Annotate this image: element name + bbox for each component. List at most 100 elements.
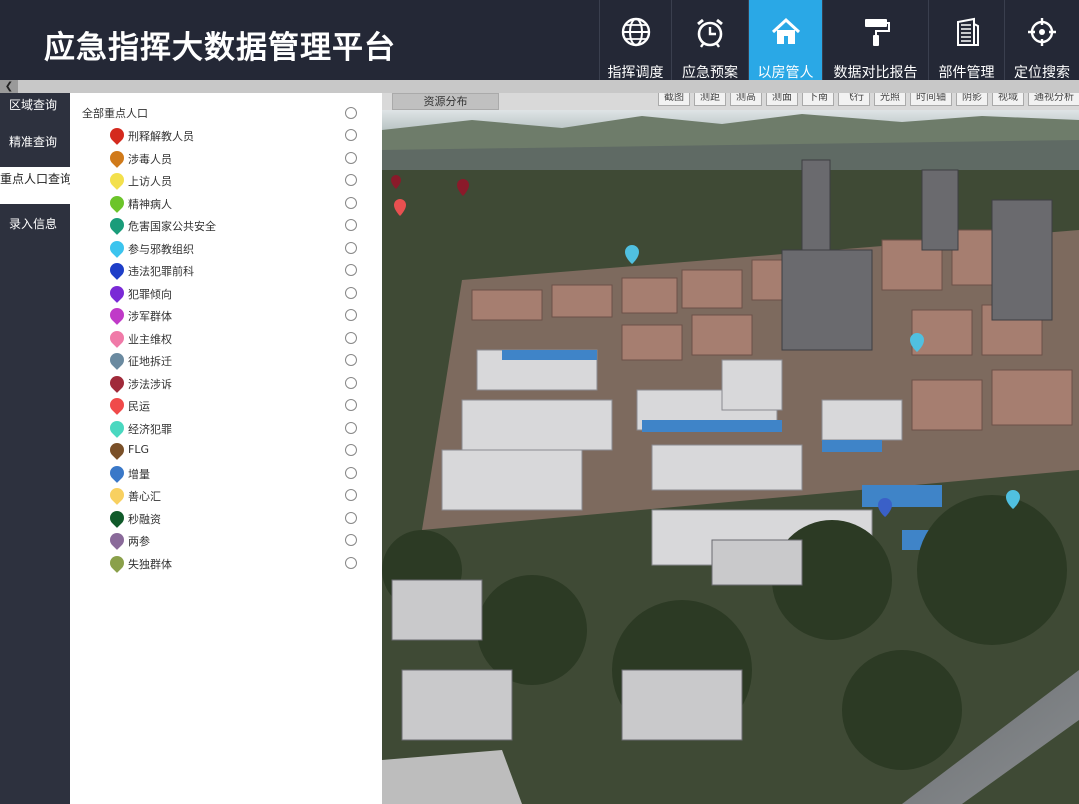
category-radio[interactable]	[345, 241, 357, 254]
map-pin-icon	[107, 282, 127, 303]
category-radio[interactable]	[345, 129, 357, 141]
category-radio[interactable]	[345, 556, 357, 569]
category-row[interactable]: 秒融资	[107, 507, 360, 532]
category-row[interactable]: 业主维权	[107, 327, 360, 352]
map-tool-button[interactable]: 视域	[992, 93, 1024, 106]
category-row[interactable]: 征地拆迁	[107, 350, 360, 374]
category-radio[interactable]	[345, 376, 357, 389]
map-pin-icon	[107, 372, 127, 393]
paint-roller-icon	[864, 19, 890, 46]
app-title: 应急指挥大数据管理平台	[44, 30, 396, 66]
category-radio[interactable]	[345, 196, 357, 209]
alarm-clock-icon	[697, 18, 723, 48]
category-radio[interactable]	[345, 331, 357, 344]
category-radio[interactable]	[345, 421, 357, 434]
category-radio[interactable]	[345, 286, 357, 299]
category-row[interactable]: 参与邪教组织	[107, 237, 360, 262]
map-tools: 截图 测距 测高 测面 下南 飞行 光照 时间轴 阴影 视域 通视分析	[658, 93, 1079, 106]
category-row[interactable]: FLG	[107, 440, 360, 464]
map-tool-button[interactable]: 测面	[766, 93, 798, 106]
category-row[interactable]: 善心汇	[107, 485, 360, 509]
category-row[interactable]: 两参	[107, 530, 360, 554]
map-pin-icon	[107, 170, 127, 190]
category-row[interactable]: 经济犯罪	[107, 417, 360, 442]
category-radio[interactable]	[345, 489, 357, 501]
map-pin-icon	[107, 395, 127, 415]
category-row[interactable]: 危害国家公共安全	[107, 215, 360, 239]
category-label: 刑释解教人员	[128, 130, 194, 143]
category-radio[interactable]	[345, 174, 357, 186]
resource-distribution-tab[interactable]: 资源分布	[392, 93, 499, 110]
category-radio[interactable]	[345, 466, 357, 479]
category-row[interactable]: 上访人员	[107, 170, 360, 194]
map-pin-icon	[107, 417, 127, 438]
category-list: 刑释解教人员涉毒人员上访人员精神病人危害国家公共安全参与邪教组织 违法犯罪前科犯罪…	[107, 125, 360, 577]
menu-item-key-population-query[interactable]: 重点人口查询	[0, 167, 70, 204]
category-row[interactable]: 失独群体	[107, 552, 360, 577]
category-label: 业主维权	[128, 332, 172, 346]
category-radio[interactable]	[345, 354, 357, 366]
category-label: 危害国家公共安全	[128, 220, 216, 233]
map-tool-button[interactable]: 测距	[694, 93, 726, 106]
nav-item-command[interactable]: 指挥调度	[599, 0, 671, 81]
nav-item-report[interactable]: 数据对比报告	[822, 0, 928, 81]
menu-item-enter-info[interactable]: 录入信息	[0, 212, 70, 249]
map-pin-icon	[107, 237, 127, 258]
menu-item-precise-query[interactable]: 精准查询	[0, 130, 70, 167]
3d-map-view[interactable]: 资源分布 截图 测距 测高 测面 下南 飞行 光照 时间轴 阴影 视域 通视分析	[382, 93, 1079, 804]
category-label: 上访人员	[128, 175, 172, 188]
category-label: 增量	[128, 467, 150, 481]
all-categories-radio[interactable]	[345, 107, 357, 119]
category-radio[interactable]	[345, 511, 357, 524]
category-label: 失独群体	[128, 557, 172, 571]
nav-item-plan[interactable]: 应急预案	[671, 0, 748, 81]
category-row[interactable]: 涉法涉诉	[107, 372, 360, 397]
category-radio[interactable]	[345, 219, 357, 231]
category-radio[interactable]	[345, 264, 357, 276]
map-pin-icon	[107, 440, 127, 460]
category-radio[interactable]	[345, 309, 357, 321]
map-tool-button[interactable]: 截图	[658, 93, 690, 106]
nav-item-house[interactable]: 以房管人	[748, 0, 822, 81]
nav-item-parts[interactable]: 部件管理	[928, 0, 1004, 81]
map-tool-button[interactable]: 通视分析	[1028, 93, 1079, 106]
map-tool-button[interactable]: 时间轴	[910, 93, 952, 106]
category-radio[interactable]	[345, 399, 357, 411]
category-radio[interactable]	[345, 534, 357, 546]
crosshair-icon	[1028, 18, 1056, 46]
map-tool-button[interactable]: 飞行	[838, 93, 870, 106]
map-pin-icon	[107, 147, 127, 168]
menu-item-area-query[interactable]: 区域查询	[0, 93, 70, 130]
category-label: 涉法涉诉	[128, 377, 172, 391]
category-row[interactable]: 涉毒人员	[107, 147, 360, 172]
map-tool-button[interactable]: 光照	[874, 93, 906, 106]
category-row[interactable]: 增量	[107, 462, 360, 487]
nav-label-report: 数据对比报告	[833, 65, 918, 81]
map-pin-icon	[107, 192, 127, 213]
map-pin-icon	[107, 215, 127, 235]
key-population-panel: 全部重点人口 刑释解教人员 涉毒人员 上访人员 精神病人 危害国家公共安全 参与邪教组织违…	[70, 93, 449, 804]
category-row[interactable]: 犯罪倾向	[107, 282, 360, 307]
map-tool-button[interactable]: 下南	[802, 93, 834, 106]
nav-item-locate[interactable]: 定位搜索	[1004, 0, 1079, 81]
category-row[interactable]: 涉军群体	[107, 305, 360, 329]
category-row[interactable]: 违法犯罪前科	[107, 260, 360, 284]
category-radio[interactable]	[345, 151, 357, 164]
main-nav: 指挥调度 应急预案 以房管人 数据对比报告 部件管理 定位搜索	[599, 0, 1079, 81]
map-tool-button[interactable]: 阴影	[956, 93, 988, 106]
map-pin-icon	[107, 462, 127, 483]
collapse-arrow-icon[interactable]: ❮	[0, 80, 18, 93]
category-label: 民运	[128, 400, 150, 413]
category-label: 征地拆迁	[128, 355, 172, 368]
category-row[interactable]: 精神病人	[107, 192, 360, 217]
category-row[interactable]: 刑释解教人员	[107, 125, 360, 149]
category-row[interactable]: 民运	[107, 395, 360, 419]
map-pin-icon	[107, 552, 127, 573]
map-toolbar: 资源分布 截图 测距 测高 测面 下南 飞行 光照 时间轴 阴影 视域 通视分析	[382, 93, 1079, 110]
category-label: FLG	[128, 443, 149, 456]
nav-label-locate: 定位搜索	[1014, 65, 1070, 81]
map-tool-button[interactable]: 测高	[730, 93, 762, 106]
category-radio[interactable]	[345, 444, 357, 456]
map-pin-icon	[107, 305, 127, 325]
category-label: 犯罪倾向	[128, 287, 172, 301]
